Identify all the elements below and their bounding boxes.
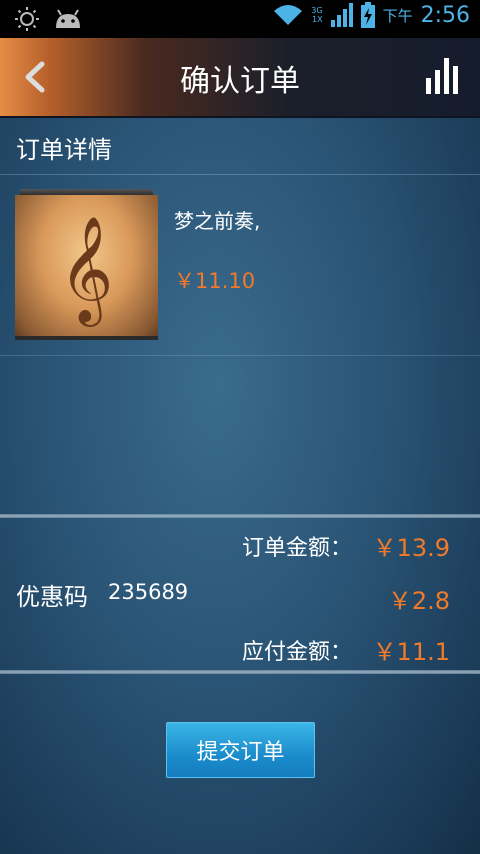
brightness-icon [15, 7, 39, 31]
order-item[interactable]: 𝄞 梦之前奏, ￥11.10 [0, 175, 480, 356]
summary-divider-bottom [0, 670, 480, 674]
network-label: 3G [311, 6, 323, 15]
submit-order-button[interactable]: 提交订单 [166, 722, 315, 778]
treble-clef-icon: 𝄞 [59, 215, 114, 322]
status-ampm: 下午 [382, 6, 413, 25]
status-bar: 3G 1X 下午 2:56 [0, 0, 480, 38]
equalizer-icon[interactable] [424, 56, 464, 96]
order-details-header: 订单详情 [0, 116, 480, 175]
status-time: 2:56 [420, 2, 470, 28]
signal-icon [330, 3, 353, 27]
battery-charging-icon [360, 2, 375, 28]
summary-divider-top [0, 514, 480, 518]
section-title: 订单详情 [16, 136, 112, 164]
status-icons-right: 3G 1X 下午 2:56 [273, 2, 470, 28]
android-debug-icon [56, 9, 80, 28]
coupon-value: ￥2.8 [387, 587, 450, 615]
wifi-icon [274, 5, 303, 25]
album-cover: 𝄞 [15, 195, 158, 340]
order-amount-label: 订单金额： [242, 536, 353, 561]
payable-amount-label: 应付金额： [242, 640, 353, 665]
order-amount-value: ￥13.9 [372, 534, 450, 562]
coupon-label: 优惠码 [16, 583, 88, 611]
coupon-code[interactable]: 235689 [108, 580, 188, 604]
app-header: 确认订单 [0, 38, 480, 118]
product-name: 梦之前奏, [174, 209, 261, 233]
payable-amount-value: ￥11.1 [372, 638, 450, 666]
network-sub-label: 1X [312, 15, 323, 24]
product-price: ￥11.10 [174, 269, 256, 293]
page-title: 确认订单 [180, 64, 300, 99]
status-icons-left [14, 6, 82, 32]
network-type: 3G 1X [311, 6, 322, 24]
